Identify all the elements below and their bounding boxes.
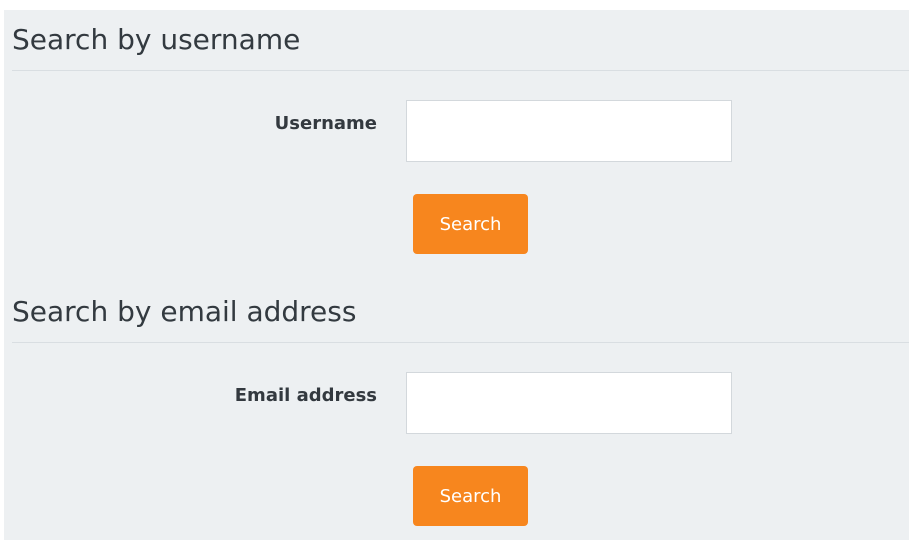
email-section-title: Search by email address bbox=[12, 295, 357, 328]
search-panel: Search by username Username Search Searc… bbox=[4, 10, 909, 540]
email-search-button[interactable]: Search bbox=[413, 466, 528, 526]
email-label: Email address bbox=[234, 385, 377, 406]
username-section-divider bbox=[12, 70, 909, 71]
username-input[interactable] bbox=[406, 100, 732, 162]
email-input[interactable] bbox=[406, 372, 732, 434]
username-search-button[interactable]: Search bbox=[413, 194, 528, 254]
email-section-divider bbox=[12, 342, 909, 343]
username-label: Username bbox=[274, 113, 377, 134]
username-section-title: Search by username bbox=[12, 23, 301, 56]
